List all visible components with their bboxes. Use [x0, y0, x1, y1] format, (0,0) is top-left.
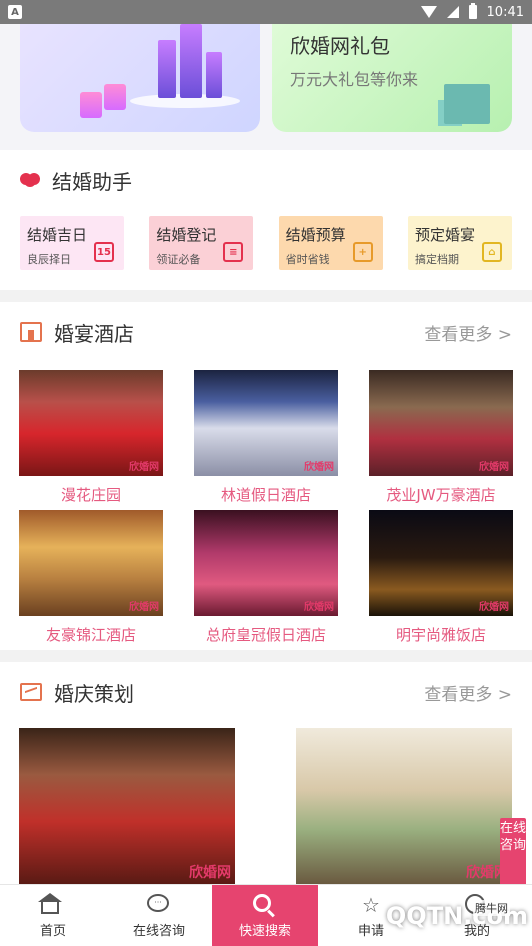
assistant-item-auspicious-day[interactable]: 结婚吉日 良辰择日 15	[20, 216, 124, 270]
status-time: 10:41	[486, 4, 524, 20]
photo-watermark: 欣婚网	[129, 462, 159, 473]
photo-watermark: 欣婚网	[479, 602, 509, 613]
hotel-photo: 欣婚网	[369, 370, 513, 476]
section-title: 结婚助手	[52, 169, 132, 194]
gift-banner-subtitle: 万元大礼包等你来	[290, 70, 419, 89]
dome-icon: ⌂	[481, 242, 502, 262]
tab-online-consult[interactable]: ··· 在线咨询	[106, 885, 212, 946]
hotel-photo: 欣婚网	[19, 510, 163, 616]
heart-icon	[20, 173, 40, 187]
banner-area: 欣婚网礼包 万元大礼包等你来	[0, 24, 532, 150]
search-icon	[253, 893, 271, 912]
photo-watermark: 欣婚网	[129, 602, 159, 613]
shopping-bag-icon	[104, 84, 126, 110]
photo-watermark: 欣婚网	[479, 462, 509, 473]
hotel-name: 漫花庄园	[60, 486, 121, 504]
gift-banner-title: 欣婚网礼包	[290, 34, 390, 58]
picture-icon	[20, 683, 42, 701]
home-icon	[38, 892, 62, 914]
hotel-card[interactable]: 欣婚网 漫花庄园	[19, 370, 163, 510]
assistant-item-budget[interactable]: 结婚预算 省时省钱 +	[278, 216, 383, 270]
hotel-name: 林道假日酒店	[220, 486, 311, 504]
view-more-hotels-link[interactable]: 查看更多 >	[424, 320, 512, 345]
banquet-hotels-section: 婚宴酒店 查看更多 > 欣婚网 漫花庄园 欣婚网 林道假日酒店 欣婚网 茂业JW…	[0, 302, 532, 650]
assistant-item-registration[interactable]: 结婚登记 领证必备 ≡	[149, 216, 254, 270]
hotel-name: 总府皇冠假日酒店	[205, 626, 326, 644]
tab-label: 快速搜索	[238, 923, 291, 939]
gift-box-icon	[444, 84, 490, 124]
tab-label: 首页	[39, 923, 66, 939]
calendar-icon: 15	[94, 242, 114, 262]
hotel-icon	[20, 322, 42, 342]
battery-icon	[468, 3, 477, 19]
section-title: 婚庆策划	[54, 681, 134, 706]
tab-label: 在线咨询	[132, 923, 185, 939]
site-watermark: QQTN.com 腾牛网	[368, 888, 528, 944]
view-more-planning-link[interactable]: 查看更多 >	[424, 680, 512, 705]
status-bar: A 10:41	[0, 0, 532, 24]
shopping-bag-icon	[80, 92, 102, 118]
hotel-photo: 欣婚网	[369, 510, 513, 616]
photo-watermark: 欣婚网	[304, 462, 334, 473]
photo-watermark: 欣婚网	[304, 602, 334, 613]
hotel-card[interactable]: 欣婚网 茂业JW万豪酒店	[369, 370, 513, 510]
calculator-icon: +	[352, 242, 373, 262]
hotel-card[interactable]: 欣婚网 总府皇冠假日酒店	[194, 510, 338, 650]
hotel-name: 茂业JW万豪酒店	[386, 486, 496, 504]
hotel-card[interactable]: 欣婚网 林道假日酒店	[194, 370, 338, 510]
wifi-icon	[420, 6, 437, 18]
online-consult-float-button[interactable]: 在线咨询	[500, 818, 526, 890]
hotel-photo: 欣婚网	[19, 370, 163, 476]
signal-icon	[446, 6, 459, 18]
hotel-name: 友豪锦江酒店	[45, 626, 136, 644]
watermark-small-text: 腾牛网	[473, 900, 510, 916]
app-notification-icon: A	[8, 5, 22, 19]
hotel-card[interactable]: 欣婚网 友豪锦江酒店	[19, 510, 163, 650]
assistant-item-book-banquet[interactable]: 预定婚宴 搞定档期 ⌂	[407, 216, 512, 270]
hotel-name: 明宇尚雅饭店	[395, 626, 486, 644]
clipboard-icon: ≡	[223, 242, 244, 262]
planning-photo[interactable]: 欣婚网	[19, 728, 235, 884]
hotel-card[interactable]: 欣婚网 明宇尚雅饭店	[369, 510, 513, 650]
gift-banner[interactable]: 欣婚网礼包 万元大礼包等你来	[272, 24, 512, 132]
photo-watermark: 欣婚网	[189, 865, 231, 881]
tab-quick-search[interactable]: 快速搜索	[212, 885, 318, 946]
wedding-assistant-section: 结婚助手 结婚吉日 良辰择日 15 结婚登记 领证必备 ≡ 结婚预算 省时省钱 …	[0, 150, 532, 290]
chat-icon: ···	[147, 893, 169, 912]
tab-home[interactable]: 首页	[0, 885, 106, 946]
hotel-photo: 欣婚网	[194, 510, 338, 616]
city-illustration-icon	[130, 24, 240, 114]
wedding-planning-section: 婚庆策划 查看更多 > 欣婚网 欣婚网	[0, 662, 532, 884]
planning-photo[interactable]: 欣婚网	[296, 728, 512, 884]
promo-banner-left[interactable]	[20, 24, 260, 132]
hotel-photo: 欣婚网	[194, 370, 338, 476]
section-title: 婚宴酒店	[54, 321, 134, 346]
